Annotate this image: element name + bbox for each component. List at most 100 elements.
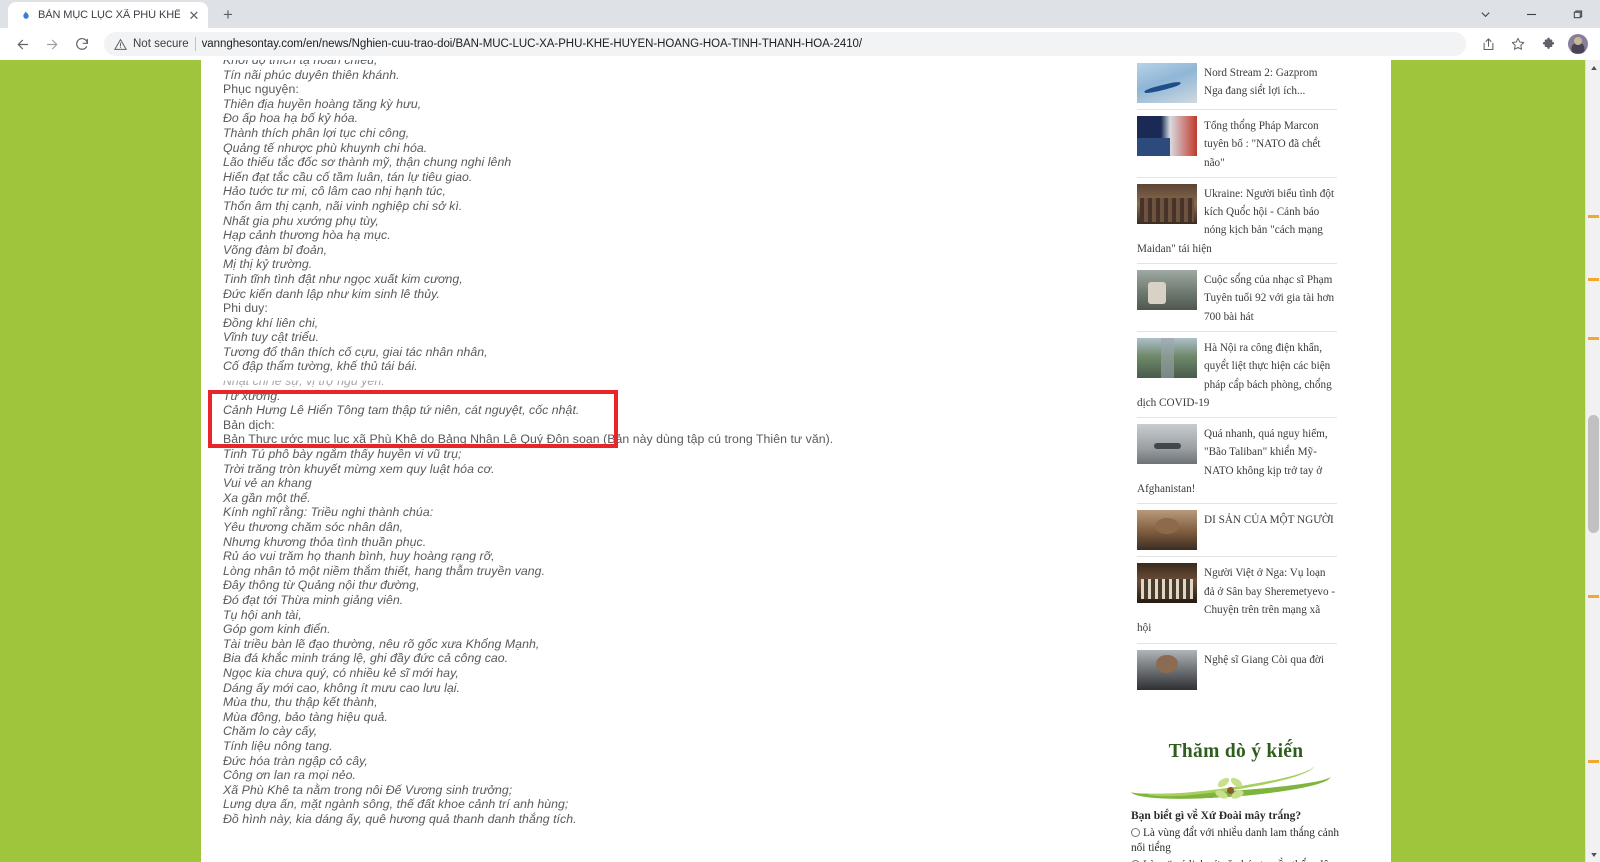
news-list-item[interactable]: Cuộc số́ng của nhạc sĩ Phạm Tuyên tuổi 9… (1137, 263, 1337, 331)
news-list-item[interactable]: Hà Nội ra công điện khẩn, quyế́t liệt th… (1137, 330, 1337, 417)
scroll-up-arrow-icon[interactable] (1586, 60, 1600, 75)
page-content-wrapper: Khởi độ thích tạ hoan chiếu, Tín nãi phúc… (201, 60, 1391, 862)
tab-title: BẢN MỤC LỤC XÃ PHÚ KHÊ, HU (38, 9, 180, 21)
find-match-marker (1588, 595, 1599, 598)
news-thumbnail (1137, 649, 1197, 690)
article-line: Võng đàm bỉ đoản, (223, 242, 328, 257)
flower-center (1227, 786, 1234, 794)
article-line: Rủ áo vui trăm họ thanh bình, huy hoàng … (223, 549, 495, 564)
news-thumbnail (1137, 270, 1197, 311)
url-text: vannghesontay.com/en/news/Nghien-cuu-tra… (201, 38, 863, 50)
news-thumbnail (1137, 563, 1197, 604)
tab-close-icon[interactable]: ✕ (186, 7, 202, 23)
news-thumbnail (1137, 424, 1197, 465)
article-line: Phục nguyện: (223, 82, 299, 97)
puzzle-icon[interactable] (1534, 30, 1562, 58)
flame-favicon (18, 8, 32, 22)
poll-decoration (1131, 764, 1341, 805)
new-tab-button[interactable]: + (214, 2, 242, 28)
scrollbar-thumb[interactable] (1588, 415, 1599, 533)
article-line: Hạp cảnh thương hòa hạ mục. (223, 228, 391, 243)
find-match-marker (1588, 760, 1599, 763)
browser-toolbar: Not secure vannghesontay.com/en/news/Ngh… (0, 28, 1600, 60)
article-column: Khởi độ thích tạ hoan chiếu, Tín nãi phúc… (201, 60, 991, 862)
news-list-item[interactable]: Nord Stream 2: Gazprom Nga đang siế́t lợ… (1137, 60, 1337, 109)
news-title: Nghệ sĩ Giang Còi qua đời (1204, 653, 1324, 666)
poll-option-label: Là vùng đấ́t với nhiề̀u danh lam thắ́ng … (1131, 826, 1340, 855)
article-line: Yêu thương chăm sóc nhân dân, (223, 520, 404, 534)
news-list-item[interactable]: Ukraine: Người biểu tình đột kích Quố́c … (1137, 176, 1337, 263)
article-line: Ngọc kia chưa quý, có nhiều kẻ sĩ mới ha… (223, 665, 459, 680)
find-match-marker (1588, 215, 1599, 218)
article-line: Hảo tuớc tư mi, cô lâm cao nhị hạnh túc, (223, 184, 446, 199)
article-line: Tương đổ thân thích cố cựu, giai tác nhâ… (223, 344, 488, 359)
article-line: Vui vẻ an khang (223, 476, 312, 491)
news-thumbnail (1137, 63, 1197, 103)
article-line: Đức hóa tràn ngập cỏ cây, (223, 753, 368, 768)
article-line: Đo ấp hoa hạ bố kỷ hóa. (223, 111, 359, 126)
news-list-item[interactable]: DI SẢN CỦA MỘT NGƯỜI (1137, 503, 1337, 556)
related-news-list: Nord Stream 2: Gazprom Nga đang siế́t lợ… (1137, 60, 1337, 696)
article-line: Xã Phù Khê ta nằm trong nôi Đế Vương sin… (223, 782, 513, 797)
window-controls (1462, 0, 1600, 28)
back-icon[interactable] (8, 30, 36, 58)
poll-option[interactable]: Là vùng đấ́t với nhiề̀u danh lam thắ́ng … (1131, 826, 1341, 857)
article-line: Tinh tĩnh tình đật như ngọc xuất kim cươ… (223, 271, 463, 286)
page-viewport: Khởi độ thích tạ hoan chiếu, Tín nãi phúc… (0, 60, 1600, 862)
article-line: Phi duy: (223, 301, 268, 316)
article-line: Tính liệu nông tang. (223, 738, 333, 753)
article-line: Tài triều bàn lẽ đạo thường, nêu rõ gốc … (223, 636, 540, 651)
news-list-item[interactable]: Nghệ sĩ Giang Còi qua đời (1137, 642, 1337, 696)
chevron-down-icon[interactable] (1462, 0, 1508, 28)
poll-option[interactable]: Là nơi có lịch sử văn hóa truyề̀n thố́ng… (1131, 858, 1341, 862)
browser-tab[interactable]: BẢN MỤC LỤC XÃ PHÚ KHÊ, HU ✕ (8, 2, 208, 28)
article-line: Mị thị kỷ trường. (223, 257, 313, 272)
article-line: Xa gần một thể. (223, 490, 311, 505)
poll-heading: Thăm dò ý kiế́n (1168, 740, 1304, 762)
share-icon[interactable] (1474, 30, 1502, 58)
news-thumbnail (1137, 337, 1197, 378)
toolbar-actions (1474, 30, 1592, 58)
news-thumbnail (1137, 183, 1197, 224)
address-bar[interactable]: Not secure vannghesontay.com/en/news/Ngh… (104, 32, 1466, 56)
article-line: Kính nghĩ rằng: Triều nghi thành chúa: (223, 505, 434, 520)
news-list-item[interactable]: Quá nhanh, quá nguy hiểm, "Bão Taliban" … (1137, 417, 1337, 503)
article-line: Tín nãi phúc duyên thiên khánh. (223, 67, 400, 82)
poll-option-label: Là nơi có lịch sử văn hóa truyề̀n thố́ng… (1131, 859, 1334, 862)
article-line: Nhất gia phu xướng phụ tùy, (223, 213, 379, 228)
article-line: Mùa thu, thu thập kết thành, (223, 695, 378, 710)
find-match-marker (1588, 278, 1599, 281)
article-line: Vĩnh tuy cật triểu. (223, 330, 319, 345)
article-line: Quảng tế nhược phù khuynh chi hóa. (223, 140, 428, 155)
news-list-item[interactable]: Người Việt ở Nga: Vụ loạn đả ở Sân bay S… (1137, 556, 1337, 642)
article-line: Nhật chi lễ sự, vị trợ ngũ yên. (223, 374, 385, 389)
article-line: Lão thiếu tắc đốc sơ thành mỹ, thận chun… (223, 155, 512, 170)
news-list-item[interactable]: Tổng thố́ng Pháp Marcon tuyên bố : "NATO… (1137, 109, 1337, 177)
article-line: Mùa đông, bảo tàng hiệu quả. (223, 709, 388, 724)
article-line: Góp gom kinh điển. (223, 622, 331, 637)
security-status-label: Not secure (133, 38, 189, 50)
article-line: Hiến đạt tắc cầu cố tầm luân, tán lự tiê… (223, 169, 473, 184)
forward-icon[interactable] (38, 30, 66, 58)
scroll-down-arrow-icon[interactable] (1586, 847, 1600, 862)
news-title: Cuộc số́ng của nhạc sĩ Phạm Tuyên tuổi 9… (1204, 274, 1335, 323)
article-line: Lưng dựa ấn, mặt ngành sông, thế đất kho… (223, 797, 569, 812)
article-line: Lòng nhân tỏ một niềm thắm thiết, hang t… (223, 563, 546, 578)
radio-button-icon[interactable] (1131, 827, 1140, 837)
browser-window: BẢN MỤC LỤC XÃ PHÚ KHÊ, HU ✕ + (0, 0, 1600, 862)
news-thumbnail (1137, 116, 1197, 156)
article-body: Khởi độ thích tạ hoan chiếu, Tín nãi phúc… (223, 60, 969, 826)
star-icon[interactable] (1504, 30, 1532, 58)
vertical-scrollbar[interactable] (1585, 60, 1600, 862)
omnibox-divider (194, 37, 196, 51)
avatar[interactable] (1564, 30, 1592, 58)
reload-icon[interactable] (68, 30, 96, 58)
article-line: Thành thích phân lợi tục chi công, (223, 125, 410, 140)
not-secure-warning-icon (114, 38, 127, 51)
article-line: Cảnh Hưng Lê Hiển Tông tam thập tứ niên,… (223, 403, 580, 418)
news-title: Nord Stream 2: Gazprom Nga đang siế́t lợ… (1204, 67, 1318, 98)
article-line: Bản Thực ước mục lục xã Phù Khê do Bảng … (223, 432, 834, 447)
minimize-button[interactable] (1508, 0, 1554, 28)
maximize-button[interactable] (1554, 0, 1600, 28)
article-line: Tụ hội anh tài, (223, 607, 302, 622)
